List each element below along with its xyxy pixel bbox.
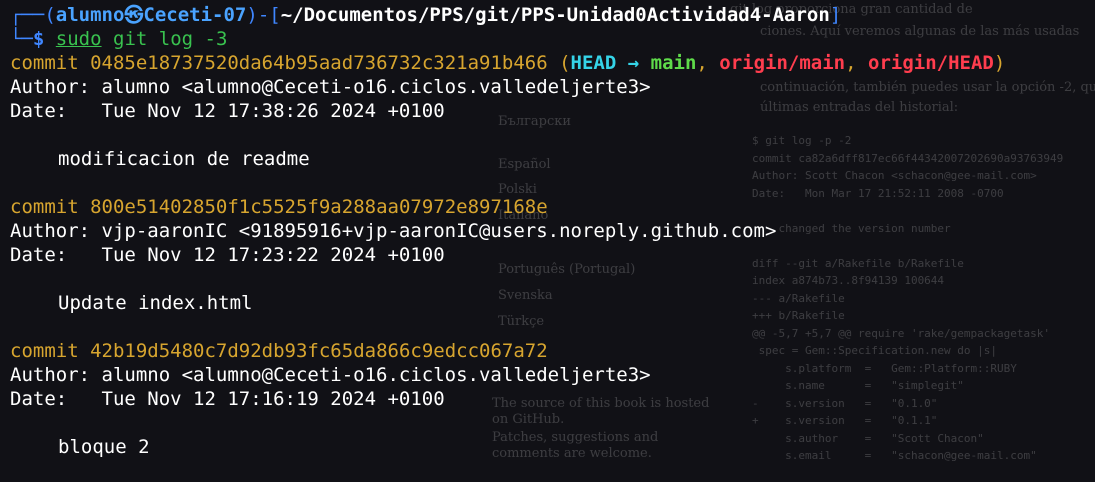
- commit-message: bloque 2: [58, 436, 150, 458]
- commit-header: commit 0485e18737520da64b95aad736732c321…: [10, 51, 1095, 75]
- commit-hash: 0485e18737520da64b95aad736732c321a91b466: [90, 52, 548, 74]
- refs-open: (: [547, 52, 571, 74]
- commit-header: commit 42b19d5480c7d92db93fc65da866c9edc…: [10, 339, 1095, 363]
- commit-author: Author: alumno <alumno@Ceceti-o16.ciclos…: [10, 76, 651, 98]
- prompt-separator: )-[: [246, 4, 281, 26]
- prompt-user: alumno: [55, 4, 125, 26]
- ref-head: HEAD: [570, 52, 617, 74]
- commit-label: commit: [10, 340, 79, 362]
- prompt-frame: └─: [10, 28, 33, 50]
- commit-date: Date: Tue Nov 12 17:23:22 2024 +0100: [10, 244, 445, 266]
- commit-author: Author: vjp-aaronIC <91895916+vjp-aaronI…: [10, 220, 777, 242]
- ref-arrow: →: [616, 52, 651, 74]
- commit-message: modificacion de readme: [58, 148, 310, 170]
- command-line[interactable]: └─$ sudo git log -3: [10, 27, 1095, 51]
- commit-message: Update index.html: [58, 292, 253, 314]
- commit-date: Date: Tue Nov 12 17:16:19 2024 +0100: [10, 388, 445, 410]
- commit-hash: 800e51402850f1c5525f9a288aa07972e897168e: [90, 196, 548, 218]
- prompt-line: ┌──(alumno㉿Ceceti-07)-[~/Documentos/PPS/…: [10, 3, 1095, 27]
- ref-branch-main: main: [650, 52, 697, 74]
- command-sudo: sudo: [55, 28, 102, 50]
- commit-hash: 42b19d5480c7d92db93fc65da866c9edcc067a72: [90, 340, 548, 362]
- commit-label: commit: [10, 196, 79, 218]
- ref-comma: ,: [696, 52, 720, 74]
- terminal-window[interactable]: git log proporciona gran cantidad de cio…: [0, 0, 1095, 482]
- prompt-frame-close: ]: [829, 4, 842, 26]
- ref-comma: ,: [845, 52, 869, 74]
- ref-origin-head: origin/HEAD: [868, 52, 994, 74]
- prompt-path: ~/Documentos/PPS/git/PPS-Unidad0Activida…: [280, 4, 830, 26]
- ref-origin-main: origin/main: [719, 52, 846, 74]
- terminal-output: ┌──(alumno㉿Ceceti-07)-[~/Documentos/PPS/…: [10, 3, 1095, 459]
- commit-label: commit: [10, 52, 79, 74]
- prompt-frame: ┌──(: [10, 4, 56, 26]
- refs-close: ): [993, 52, 1006, 74]
- commit-date: Date: Tue Nov 12 17:38:26 2024 +0100: [10, 100, 445, 122]
- skull-icon: ㉿: [124, 4, 144, 26]
- commit-author: Author: alumno <alumno@Ceceti-o16.ciclos…: [10, 364, 651, 386]
- prompt-host: Ceceti-07: [143, 4, 247, 26]
- prompt-dollar: $: [32, 28, 45, 50]
- commit-header: commit 800e51402850f1c5525f9a288aa07972e…: [10, 195, 1095, 219]
- command-text: git log -3: [101, 28, 228, 50]
